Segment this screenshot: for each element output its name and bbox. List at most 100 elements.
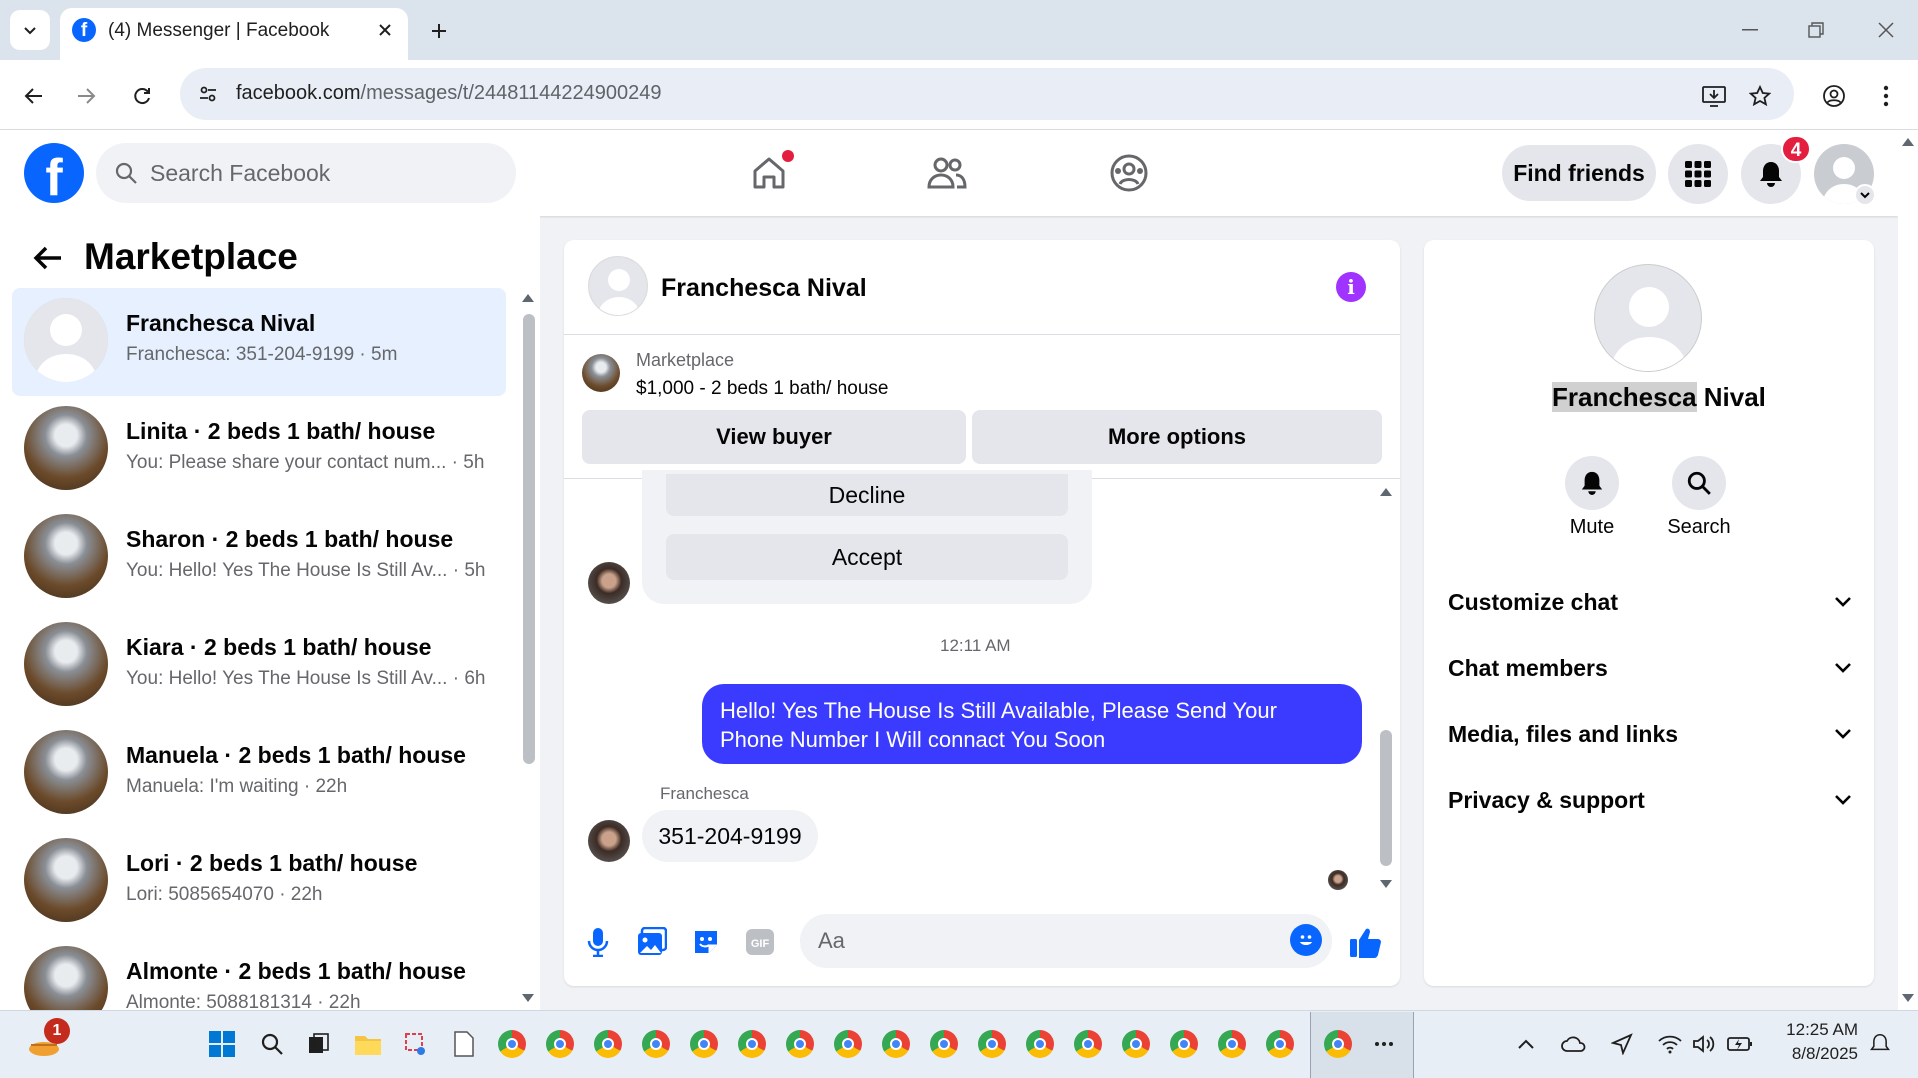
accept-button[interactable]: Accept [666, 534, 1068, 580]
mute-button[interactable] [1565, 456, 1619, 510]
start-button[interactable] [204, 1026, 240, 1062]
battery-button[interactable] [1722, 1026, 1758, 1062]
more-taskbar-items-button[interactable] [1366, 1026, 1402, 1062]
message-input[interactable] [800, 914, 1332, 968]
page-scroll-up[interactable] [1901, 136, 1915, 148]
listing-thumbnail[interactable] [582, 354, 620, 392]
clock-date[interactable]: 8/8/2025 [1774, 1044, 1858, 1064]
taskbar-search-button[interactable] [254, 1026, 290, 1062]
gif-button[interactable]: GIF [740, 922, 780, 962]
media-files-links-section[interactable]: Media, files and links [1448, 714, 1852, 754]
chat-scroll-down[interactable] [1379, 878, 1393, 890]
chrome-taskbar-button[interactable] [638, 1026, 674, 1062]
file-explorer-button[interactable] [350, 1026, 386, 1062]
chrome-taskbar-button[interactable] [542, 1026, 578, 1062]
chrome-taskbar-button[interactable] [1022, 1026, 1058, 1062]
chat-header-avatar[interactable] [588, 256, 648, 316]
profile-name[interactable]: Franchesca Nival [1552, 382, 1766, 413]
chrome-taskbar-button[interactable] [686, 1026, 722, 1062]
view-buyer-button[interactable]: View buyer [582, 410, 966, 464]
account-menu-caret[interactable] [1854, 184, 1876, 206]
profile-button[interactable] [1816, 78, 1852, 114]
task-view-button[interactable] [300, 1026, 336, 1062]
voice-clip-button[interactable] [578, 922, 618, 962]
chrome-taskbar-button[interactable] [494, 1026, 530, 1062]
privacy-support-section[interactable]: Privacy & support [1448, 780, 1852, 820]
onedrive-button[interactable] [1556, 1026, 1592, 1062]
new-tab-button[interactable] [424, 16, 454, 46]
info-icon[interactable]: i [1336, 272, 1366, 302]
chat-scrollbar-thumb[interactable] [1380, 730, 1392, 866]
show-hidden-icons-button[interactable] [1508, 1026, 1544, 1062]
chrome-taskbar-button-active[interactable] [1320, 1026, 1356, 1062]
sticker-button[interactable] [686, 922, 726, 962]
notification-center-button[interactable] [1862, 1026, 1898, 1062]
conversation-item[interactable]: Lori · 2 beds 1 bath/ house Lori: 508565… [12, 828, 506, 936]
facebook-search-input[interactable]: Search Facebook [96, 143, 516, 203]
url-text[interactable]: facebook.com/messages/t/2448114422490024… [236, 82, 662, 105]
conversation-item[interactable]: Manuela · 2 beds 1 bath/ house Manuela: … [12, 720, 506, 828]
chrome-taskbar-button[interactable] [1262, 1026, 1298, 1062]
chat-title[interactable]: Franchesca Nival [661, 274, 867, 303]
notepad-button[interactable] [446, 1026, 482, 1062]
chrome-taskbar-button[interactable] [590, 1026, 626, 1062]
nav-friends[interactable] [920, 148, 974, 198]
left-scroll-down[interactable] [521, 992, 535, 1004]
nav-groups[interactable] [1102, 148, 1156, 198]
sender-avatar[interactable] [588, 562, 630, 604]
chrome-taskbar-button[interactable] [1214, 1026, 1250, 1062]
facebook-logo-icon[interactable]: f [24, 143, 84, 203]
chrome-taskbar-button[interactable] [878, 1026, 914, 1062]
like-button[interactable] [1346, 922, 1386, 962]
conversation-item[interactable]: Kiara · 2 beds 1 bath/ house You: Hello!… [12, 612, 506, 720]
find-friends-button[interactable]: Find friends [1502, 145, 1656, 201]
listing-title[interactable]: $1,000 - 2 beds 1 bath/ house [636, 378, 888, 400]
forward-button[interactable] [68, 78, 104, 114]
chrome-taskbar-button[interactable] [926, 1026, 962, 1062]
chat-members-section[interactable]: Chat members [1448, 648, 1852, 688]
restore-button[interactable] [1796, 14, 1836, 46]
browser-menu-button[interactable] [1868, 78, 1904, 114]
page-scrollbar[interactable] [1898, 130, 1918, 1010]
chat-scroll-up[interactable] [1379, 486, 1393, 498]
more-options-button[interactable]: More options [972, 410, 1382, 464]
emoji-button[interactable] [1290, 924, 1322, 956]
chrome-taskbar-button[interactable] [1166, 1026, 1202, 1062]
outgoing-message[interactable]: Hello! Yes The House Is Still Available,… [702, 684, 1362, 764]
sender-avatar[interactable] [588, 820, 630, 862]
tab-close-button[interactable] [372, 17, 398, 43]
left-scrollbar-thumb[interactable] [523, 314, 535, 764]
chrome-taskbar-button[interactable] [830, 1026, 866, 1062]
page-scroll-down[interactable] [1901, 992, 1915, 1004]
bookmark-button[interactable] [1742, 78, 1778, 114]
left-scroll-up[interactable] [521, 292, 535, 304]
attach-photo-button[interactable] [632, 922, 672, 962]
chrome-taskbar-button[interactable] [1118, 1026, 1154, 1062]
tab-search-button[interactable] [10, 10, 50, 50]
site-info-button[interactable] [194, 80, 222, 108]
conversation-item[interactable]: Franchesca Nival Franchesca: 351-204-919… [12, 288, 506, 396]
snipping-tool-button[interactable] [398, 1026, 434, 1062]
back-button[interactable] [16, 78, 52, 114]
chrome-taskbar-button[interactable] [974, 1026, 1010, 1062]
chrome-taskbar-button[interactable] [782, 1026, 818, 1062]
volume-button[interactable] [1686, 1026, 1722, 1062]
location-button[interactable] [1604, 1026, 1640, 1062]
customize-chat-section[interactable]: Customize chat [1448, 582, 1852, 622]
conversation-item[interactable]: Almonte · 2 beds 1 bath/ house Almonte: … [12, 936, 506, 1010]
incoming-message[interactable]: 351-204-9199 [642, 810, 818, 862]
conversation-item[interactable]: Sharon · 2 beds 1 bath/ house You: Hello… [12, 504, 506, 612]
chrome-taskbar-button[interactable] [1070, 1026, 1106, 1062]
window-close-button[interactable] [1866, 14, 1906, 46]
minimize-button[interactable] [1730, 14, 1770, 46]
wifi-button[interactable] [1652, 1026, 1688, 1062]
reload-button[interactable] [124, 78, 160, 114]
conversation-item[interactable]: Linita · 2 beds 1 bath/ house You: Pleas… [12, 396, 506, 504]
menu-button[interactable] [1668, 144, 1728, 204]
install-app-button[interactable] [1696, 78, 1732, 114]
profile-avatar[interactable] [1594, 264, 1702, 372]
decline-button[interactable]: Decline [666, 474, 1068, 516]
clock-time[interactable]: 12:25 AM [1774, 1020, 1858, 1040]
back-button[interactable] [30, 240, 66, 276]
chrome-taskbar-button[interactable] [734, 1026, 770, 1062]
